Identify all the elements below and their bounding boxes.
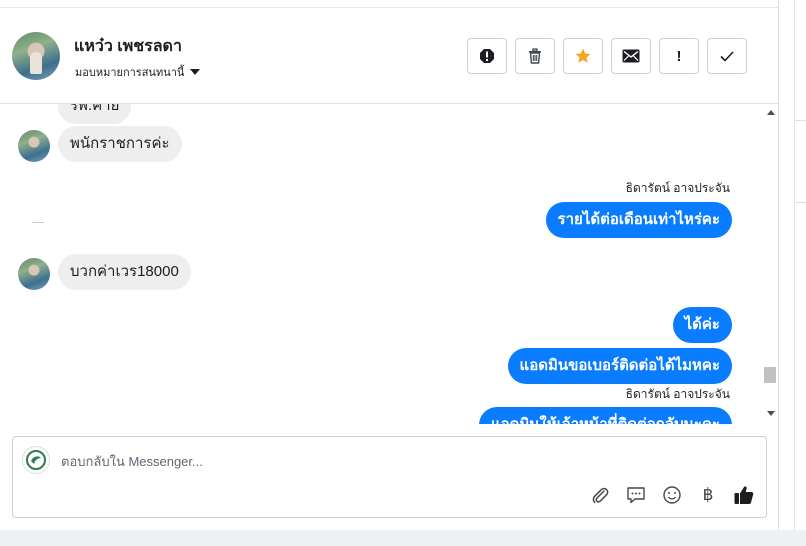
reply-input[interactable]	[61, 451, 661, 471]
check-icon	[720, 51, 734, 62]
saved-replies-icon	[627, 487, 645, 504]
star-icon	[575, 48, 591, 63]
reply-composer: ฿	[12, 436, 767, 518]
conversation-actions: !	[467, 38, 747, 74]
conversation-header: แหว๋ว เพชรลดา มอบหมายการสนทนานี้ !	[0, 8, 779, 104]
trash-icon	[529, 48, 541, 64]
sender-name: ธิดารัตน์ อาจประจัน	[625, 387, 730, 401]
contact-avatar-small[interactable]	[18, 130, 50, 162]
like-button[interactable]	[732, 483, 756, 507]
attach-button[interactable]	[588, 483, 612, 507]
side-panel-edge	[779, 0, 806, 530]
conversation-panel: แหว๋ว เพชรลดา มอบหมายการสนทนานี้ ! รพ.ค่…	[0, 0, 779, 530]
side-panel-border	[794, 0, 795, 530]
mark-done-button[interactable]	[707, 38, 747, 74]
message-bubble-incoming: รพ.ค่าย	[58, 104, 132, 124]
contact-avatar-small[interactable]	[18, 258, 50, 290]
alert-circle-icon	[480, 49, 494, 63]
read-indicator	[32, 222, 44, 223]
assign-label: มอบหมายการสนทนานี้	[75, 67, 185, 79]
page-avatar	[22, 446, 50, 474]
follow-up-button[interactable]: !	[659, 38, 699, 74]
payment-button[interactable]: ฿	[696, 483, 720, 507]
page-logo-icon	[26, 450, 46, 470]
contact-name[interactable]: แหว๋ว เพชรลดา	[74, 34, 182, 59]
exclamation-icon: !	[676, 47, 682, 65]
sender-name: ธิดารัตน์ อาจประจัน	[625, 181, 730, 195]
emoji-icon	[663, 486, 681, 504]
emoji-button[interactable]	[660, 483, 684, 507]
message-bubble-outgoing: ได้ค่ะ	[672, 307, 732, 343]
divider	[795, 120, 806, 121]
thread-scrollbar[interactable]	[762, 104, 779, 424]
message-bubble-outgoing: แอดมินขอเบอร์ติดต่อได้ไมหคะ	[507, 348, 732, 384]
baht-icon: ฿	[702, 485, 714, 504]
assign-conversation-dropdown[interactable]: มอบหมายการสนทนานี้	[75, 63, 201, 81]
spam-button[interactable]	[467, 38, 507, 74]
contact-avatar[interactable]	[12, 32, 60, 80]
thumbs-up-icon	[734, 486, 754, 504]
envelope-icon	[622, 49, 640, 63]
message-bubble-outgoing: รายได้ต่อเดือนเท่าไหร่คะ	[545, 202, 732, 238]
message-bubble-incoming: พนักราชการค่ะ	[58, 126, 182, 162]
saved-replies-button[interactable]	[624, 483, 648, 507]
mark-unread-button[interactable]	[611, 38, 651, 74]
message-bubble-incoming: บวกค่าเวร18000	[58, 254, 191, 290]
message-thread: รพ.ค่าย พนักราชการค่ะ ธิดารัตน์ อาจประจั…	[0, 104, 762, 424]
divider	[795, 202, 806, 203]
star-button[interactable]	[563, 38, 603, 74]
delete-button[interactable]	[515, 38, 555, 74]
scroll-thumb[interactable]	[764, 367, 776, 383]
attach-icon	[592, 487, 609, 504]
scroll-up-arrow-icon[interactable]	[767, 110, 775, 115]
scroll-down-arrow-icon[interactable]	[767, 411, 775, 416]
composer-toolbar: ฿	[588, 483, 756, 507]
message-bubble-outgoing: แอดมินให้เจ้าหน้าที่ติดต่อกลับนะคะ	[479, 407, 732, 424]
caret-down-icon	[190, 69, 201, 75]
